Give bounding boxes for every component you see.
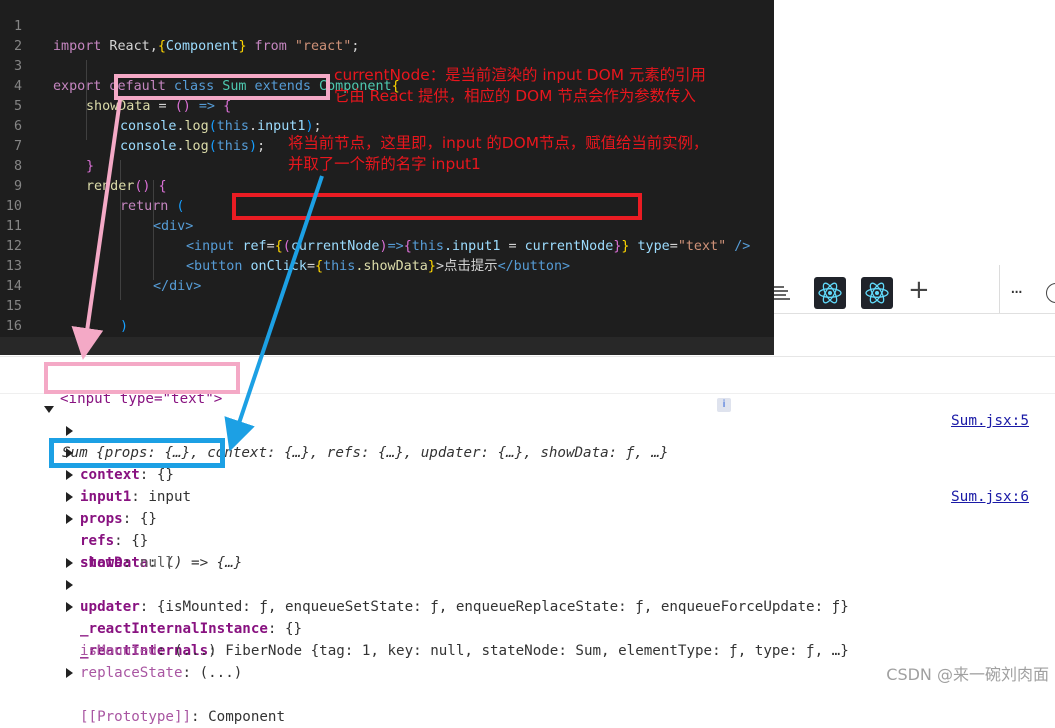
annotation-currentnode: currentNode：是当前渲染的 input DOM 元素的引用 它由 Re… [334,66,706,105]
arrow-pink [71,99,122,360]
annotation-assign: 将当前节点，这里即，input 的DOM节点，赋值给当前实例， 并取了一个新的名… [288,134,709,173]
watermark: CSDN @来一碗刘肉面 [886,665,1049,684]
arrow-blue [224,175,324,452]
